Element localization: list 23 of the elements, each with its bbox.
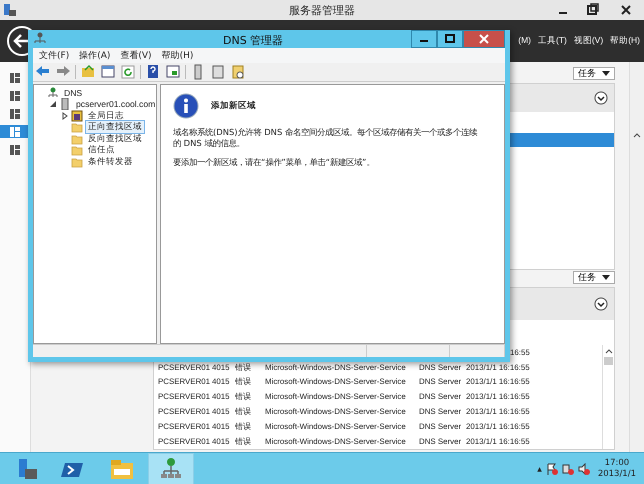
tree-item[interactable]: DNS [61, 86, 86, 99]
clock[interactable]: 17:00 2013/1/1 [594, 458, 636, 480]
menu-item[interactable]: 帮助(H) [162, 49, 194, 62]
tasks-dropdown[interactable]: 任务 [573, 271, 615, 284]
tree-item[interactable]: 条件转发器 [85, 154, 136, 169]
menu-item[interactable]: 操作(A) [79, 49, 110, 62]
tree-item[interactable]: 正向查找区域 [85, 120, 145, 134]
menu-item[interactable]: 查看(V) [120, 49, 152, 62]
paragraph: 域名称系统(DNS)允许将 DNS 命名空间分成区域。每个区域存储有关一个或多个连续的 DNS 域的信息。 [173, 127, 478, 149]
window-title: DNS 管理器 [223, 33, 284, 48]
tasks-dropdown[interactable]: 任务 [573, 67, 615, 80]
menu-item[interactable]: 帮助(H) [610, 35, 640, 47]
tree-item[interactable]: 反向查找区域 [85, 132, 145, 146]
tree-item[interactable]: 信任点 [85, 143, 118, 158]
menu-item[interactable]: 工具(T) [538, 35, 567, 47]
tree-item[interactable]: 全局日志 [85, 108, 127, 123]
menu-item[interactable]: (M) [518, 35, 531, 47]
tree-item[interactable]: pcserver01.cool.com [73, 98, 158, 110]
menu-item[interactable]: 文件(F) [39, 49, 70, 62]
menu-item[interactable]: 视图(V) [574, 35, 604, 47]
window-title: 服务器管理器 [288, 3, 356, 18]
heading: 添加新区域 [211, 100, 256, 112]
paragraph: 要添加一个新区域，请在“操作”菜单，单击“新建区域”。 [173, 157, 376, 168]
